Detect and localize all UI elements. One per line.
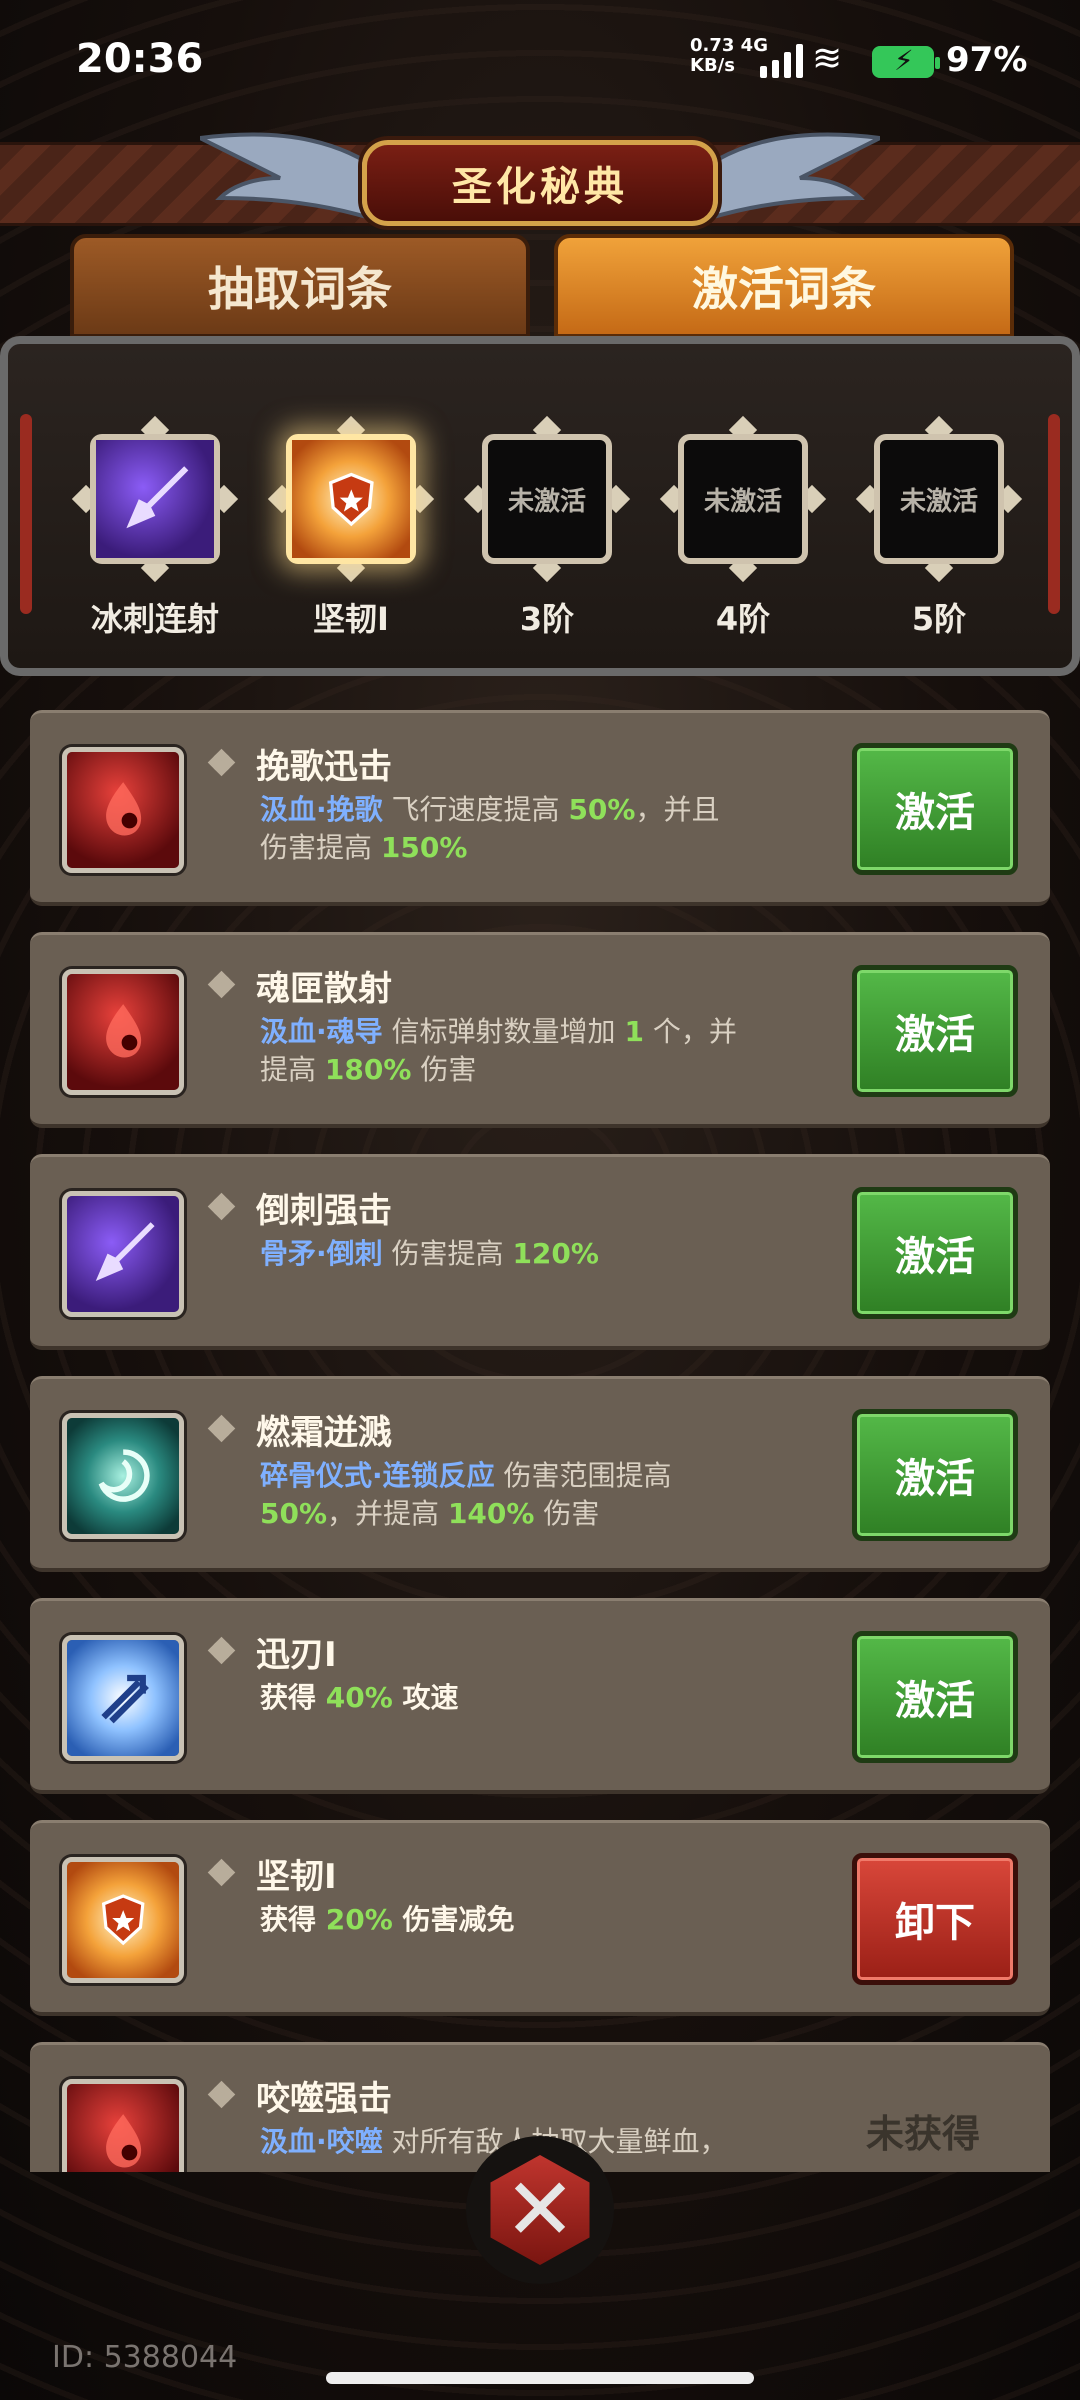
shield-burst-icon bbox=[292, 440, 410, 558]
battery-percent: 97% bbox=[946, 40, 1028, 80]
shield-burst-icon bbox=[67, 1862, 179, 1978]
activated-slots-panel: 冰刺连射 坚韧I 未激活 3阶 未激活 4阶 未激活 5阶 bbox=[0, 336, 1080, 676]
slot-4-label: 4阶 bbox=[715, 600, 771, 638]
entry-description: 汲血·挽歌 飞行速度提高 50%，并且 伤害提高 150% bbox=[260, 793, 720, 864]
entry-name: 魂匣散射 bbox=[256, 969, 392, 1009]
entry-list[interactable]: 挽歌迅击 汲血·挽歌 飞行速度提高 50%，并且 伤害提高 150% 激活 魂匣… bbox=[30, 710, 1050, 2172]
slot-3[interactable]: 未激活 bbox=[463, 415, 631, 583]
slot-5-empty: 未激活 bbox=[899, 486, 978, 517]
blade-arrows-icon bbox=[67, 1640, 179, 1756]
slot-1-label: 冰刺连射 bbox=[90, 600, 219, 638]
entry-description: 汲血·魂导 信标弹射数量增加 1 个，并 提高 180% 伤害 bbox=[260, 1015, 737, 1086]
entry-description: 骨矛·倒刺 伤害提高 120% bbox=[260, 1237, 599, 1270]
unequip-button[interactable]: 卸下 bbox=[852, 1853, 1018, 1985]
entry-row: 挽歌迅击 汲血·挽歌 飞行速度提高 50%，并且 伤害提高 150% 激活 bbox=[30, 710, 1050, 906]
slot-4[interactable]: 未激活 bbox=[659, 415, 827, 583]
slot-3-label: 3阶 bbox=[519, 600, 575, 638]
diamond-bullet-icon bbox=[207, 1636, 236, 1665]
tab-extract[interactable]: 抽取词条 bbox=[70, 234, 530, 338]
player-id: ID: 5388044 bbox=[52, 2340, 238, 2375]
entry-name: 迅刃I bbox=[256, 1635, 337, 1675]
slot-4-empty: 未激活 bbox=[703, 486, 782, 517]
entry-row: 倒刺强击 骨矛·倒刺 伤害提高 120% 激活 bbox=[30, 1154, 1050, 1350]
home-indicator[interactable] bbox=[326, 2372, 754, 2384]
slot-5[interactable]: 未激活 bbox=[855, 415, 1023, 583]
close-button[interactable]: ✕ bbox=[466, 2136, 614, 2284]
entry-name: 坚韧I bbox=[256, 1857, 337, 1897]
cell-signal-icon bbox=[760, 44, 806, 78]
page-title: 圣化秘典 bbox=[362, 140, 718, 226]
activate-button[interactable]: 激活 bbox=[852, 1631, 1018, 1763]
not-obtained-label: 未获得 bbox=[866, 2112, 981, 2156]
vortex-icon bbox=[67, 1418, 179, 1534]
slot-1[interactable] bbox=[71, 415, 239, 583]
entry-row: 魂匣散射 汲血·魂导 信标弹射数量增加 1 个，并 提高 180% 伤害 激活 bbox=[30, 932, 1050, 1128]
tab-activate[interactable]: 激活词条 bbox=[554, 234, 1014, 338]
diamond-bullet-icon bbox=[207, 1414, 236, 1443]
entry-name: 倒刺强击 bbox=[256, 1191, 392, 1231]
activate-button[interactable]: 激活 bbox=[852, 1187, 1018, 1319]
purple-spear-icon bbox=[67, 1196, 179, 1312]
blood-drop-icon bbox=[67, 974, 179, 1090]
diamond-bullet-icon bbox=[207, 2080, 236, 2109]
battery-icon: ⚡ bbox=[872, 44, 940, 78]
slot-2[interactable] bbox=[267, 415, 435, 583]
slot-3-empty: 未激活 bbox=[507, 486, 586, 517]
blood-drop-icon bbox=[67, 752, 179, 868]
crossed-blades-icon: ✕ bbox=[503, 2160, 577, 2260]
entry-description: 获得 40% 攻速 bbox=[260, 1681, 459, 1714]
entry-row: 坚韧I 获得 20% 伤害减免 卸下 bbox=[30, 1820, 1050, 2016]
panel-ornament-right bbox=[1048, 414, 1060, 614]
entry-name: 咬噬强击 bbox=[256, 2079, 392, 2119]
entry-row: 迅刃I 获得 40% 攻速 激活 bbox=[30, 1598, 1050, 1794]
slot-2-label: 坚韧I bbox=[313, 600, 389, 638]
diamond-bullet-icon bbox=[207, 1858, 236, 1887]
clock: 20:36 bbox=[76, 36, 204, 82]
entry-row: 燃霜迸溅 碎骨仪式·连锁反应 伤害范围提高 50%，并提高 140% 伤害 激活 bbox=[30, 1376, 1050, 1572]
diamond-bullet-icon bbox=[207, 748, 236, 777]
entry-description: 获得 20% 伤害减免 bbox=[260, 1903, 515, 1936]
network-speed: 0.73 4G KB/s bbox=[690, 35, 768, 76]
diamond-bullet-icon bbox=[207, 970, 236, 999]
slot-5-label: 5阶 bbox=[911, 600, 967, 638]
status-bar: 20:36 0.73 4G KB/s ≋ ⚡ 97% bbox=[0, 0, 1080, 128]
entry-name: 挽歌迅击 bbox=[256, 747, 392, 787]
purple-spear-icon bbox=[96, 440, 214, 558]
panel-ornament-left bbox=[20, 414, 32, 614]
entry-description: 碎骨仪式·连锁反应 伤害范围提高 50%，并提高 140% 伤害 bbox=[260, 1459, 672, 1530]
wifi-icon: ≋ bbox=[812, 38, 843, 79]
entry-name: 燃霜迸溅 bbox=[256, 1413, 392, 1453]
activate-button[interactable]: 激活 bbox=[852, 965, 1018, 1097]
blood-drop-icon bbox=[67, 2084, 179, 2172]
diamond-bullet-icon bbox=[207, 1192, 236, 1221]
activate-button[interactable]: 激活 bbox=[852, 743, 1018, 875]
activate-button[interactable]: 激活 bbox=[852, 1409, 1018, 1541]
